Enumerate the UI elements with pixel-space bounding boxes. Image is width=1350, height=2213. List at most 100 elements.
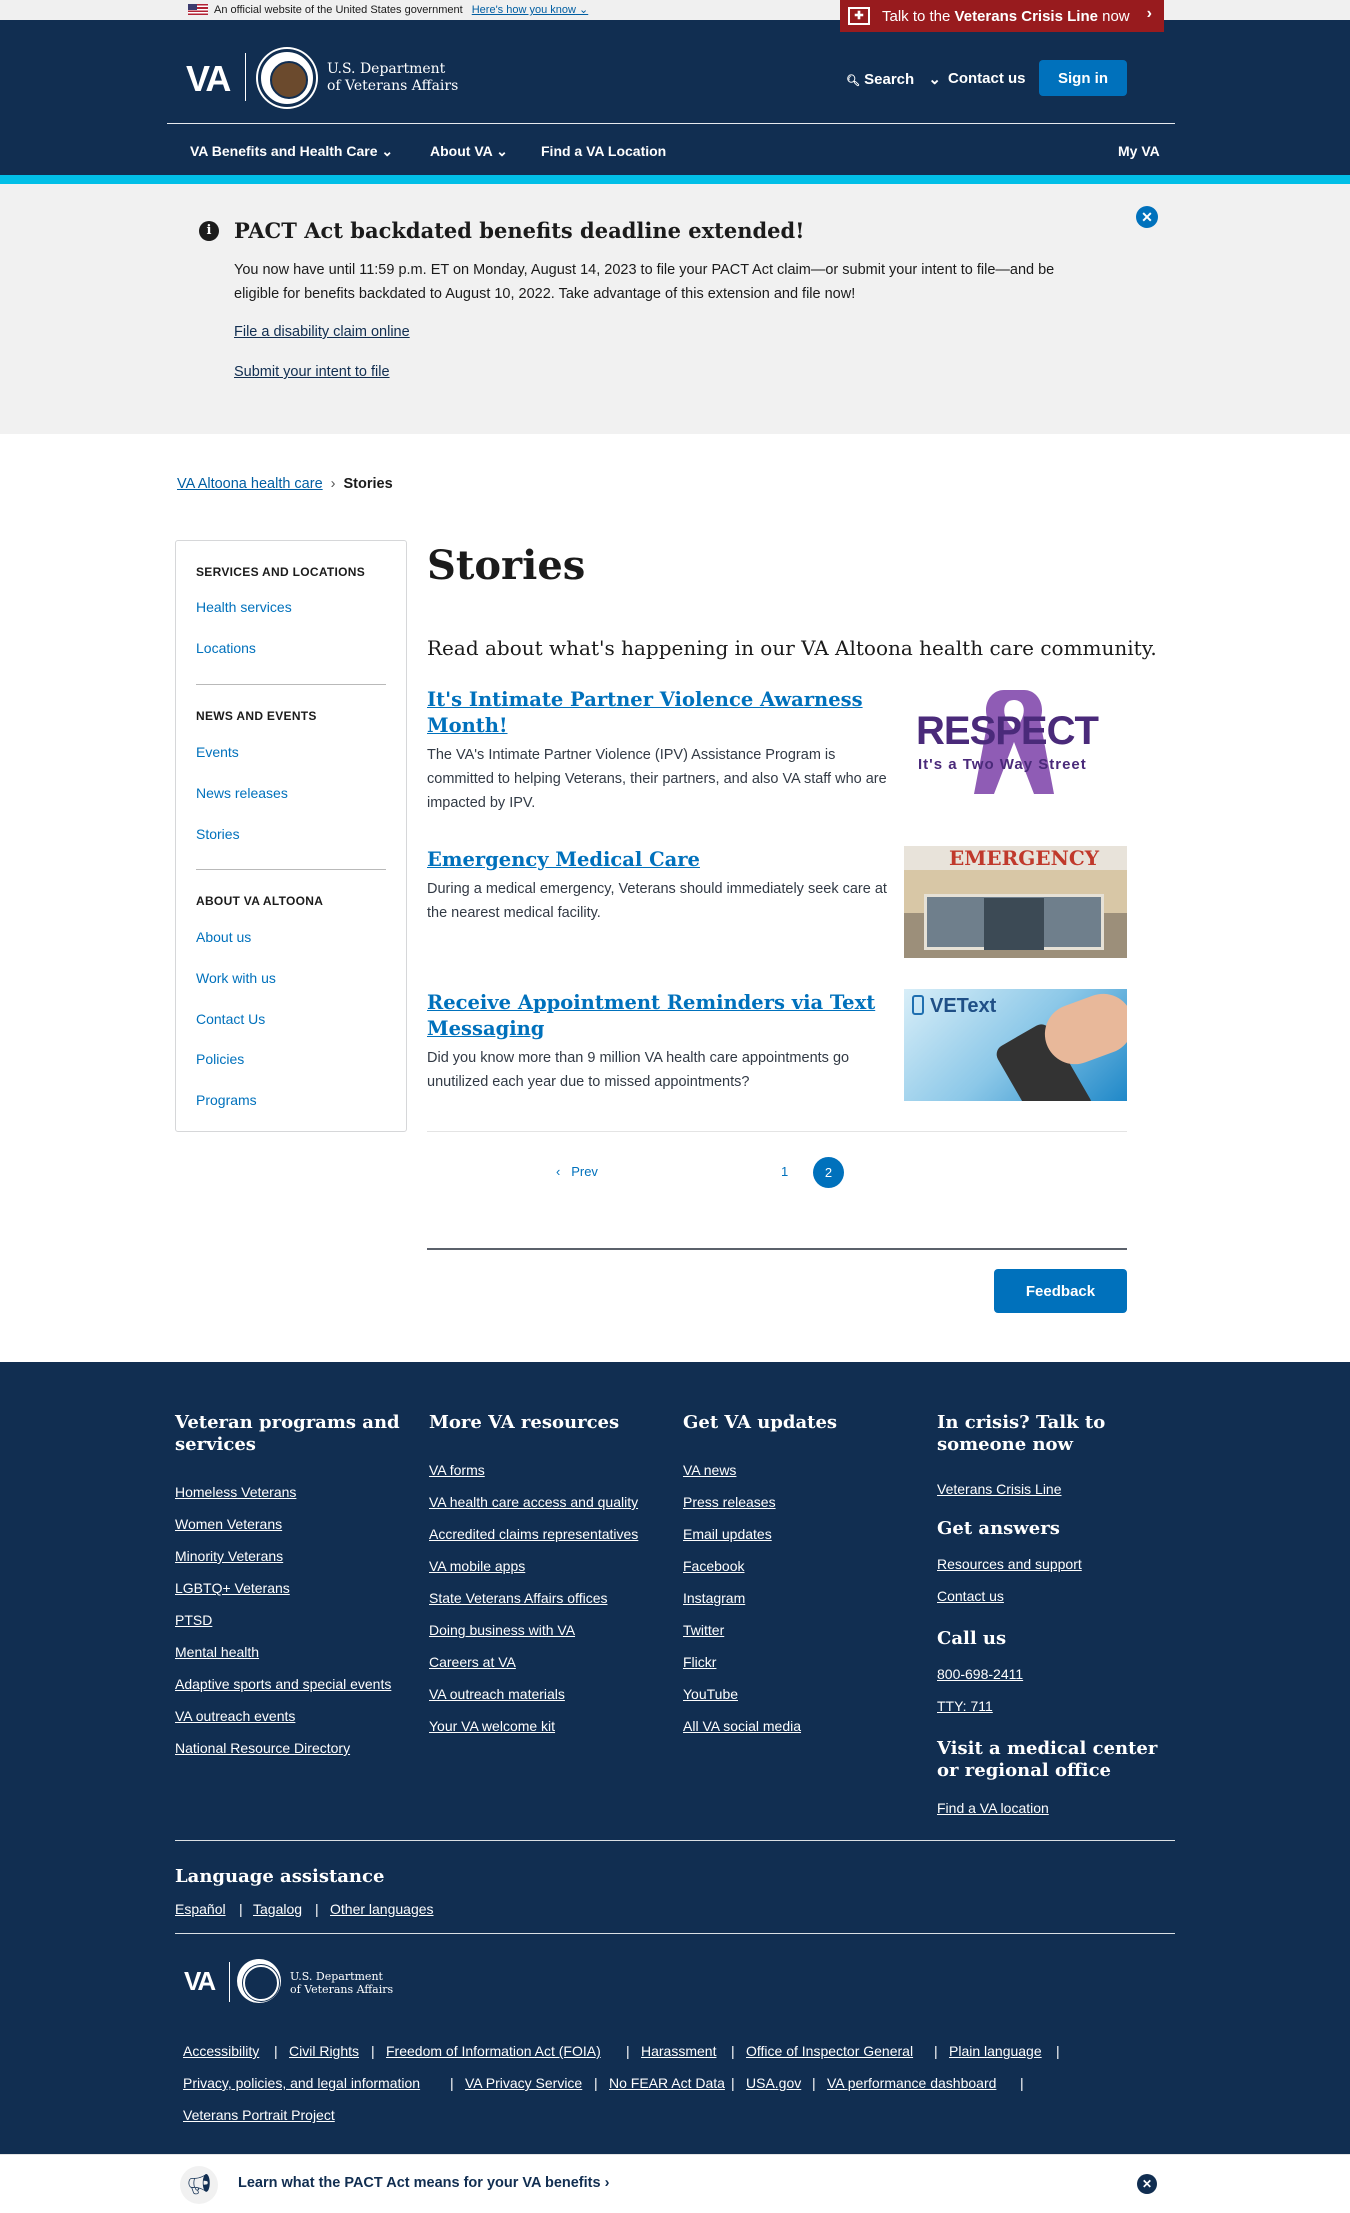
footer-link[interactable]: Flickr — [683, 1654, 716, 1670]
footer-link[interactable]: National Resource Directory — [175, 1740, 350, 1756]
footer-link[interactable]: Email updates — [683, 1526, 772, 1542]
footer-link[interactable]: VA mobile apps — [429, 1558, 525, 1574]
crisis-line-label: Talk to the Veterans Crisis Line now — [882, 7, 1130, 25]
nav-find-va-location[interactable]: Find a VA Location — [541, 143, 666, 159]
footer-link[interactable]: VA outreach materials — [429, 1686, 565, 1702]
footer-bottom-link[interactable]: Freedom of Information Act (FOIA) — [386, 2043, 601, 2059]
footer-bottom-link[interactable]: No FEAR Act Data — [609, 2075, 725, 2091]
submit-intent-to-file-link[interactable]: Submit your intent to file — [234, 364, 390, 380]
footer-link[interactable]: Press releases — [683, 1494, 776, 1510]
footer-link[interactable]: Minority Veterans — [175, 1548, 283, 1564]
breadcrumb-parent-link[interactable]: VA Altoona health care — [177, 476, 323, 492]
footer-bottom-link[interactable]: Veterans Portrait Project — [183, 2107, 335, 2123]
nav-about-va[interactable]: About VA ⌄ — [430, 143, 508, 160]
footer-link[interactable]: Women Veterans — [175, 1516, 282, 1532]
va-logo[interactable]: VA — [186, 58, 231, 100]
footer-bottom-link[interactable]: Plain language — [949, 2043, 1042, 2059]
footer-logo-divider — [229, 1962, 230, 2002]
footer-link[interactable]: VA health care access and quality — [429, 1494, 638, 1510]
footer-link[interactable]: Adaptive sports and special events — [175, 1676, 391, 1692]
sidebar-item-health-services[interactable]: Health services — [196, 599, 292, 615]
footer-phone-link[interactable]: 800-698-2411 — [937, 1666, 1023, 1682]
department-name: U.S. Department of Veterans Affairs — [327, 61, 459, 94]
footer-link[interactable]: YouTube — [683, 1686, 738, 1702]
search-button[interactable]: 🔍︎ Search ⌄ — [846, 70, 941, 88]
respect-thumb-text: RESPECT — [916, 709, 1099, 753]
footer-crisis-line-link[interactable]: Veterans Crisis Line — [937, 1481, 1062, 1497]
footer-link[interactable]: VA outreach events — [175, 1708, 295, 1724]
footer-link[interactable]: All VA social media — [683, 1718, 801, 1734]
content-divider — [427, 1248, 1127, 1250]
footer-link[interactable]: Doing business with VA — [429, 1622, 575, 1638]
footer-link[interactable]: Twitter — [683, 1622, 724, 1638]
footer-bottom-link[interactable]: Office of Inspector General — [746, 2043, 913, 2059]
story-title-link[interactable]: Receive Appointment Reminders via Text M… — [427, 990, 887, 1042]
footer-department-name: U.S. Department of Veterans Affairs — [290, 1970, 394, 1996]
veterans-crisis-line-button[interactable]: ✚ Talk to the Veterans Crisis Line now › — [840, 0, 1164, 32]
story-thumbnail-vetext[interactable]: VEText — [904, 989, 1127, 1101]
footer-link[interactable]: Your VA welcome kit — [429, 1718, 555, 1734]
footer-link[interactable]: LGBTQ+ Veterans — [175, 1580, 290, 1596]
pact-act-promo-link[interactable]: Learn what the PACT Act means for your V… — [238, 2175, 609, 2191]
close-icon[interactable]: ✕ — [1136, 206, 1158, 228]
sidebar-item-locations[interactable]: Locations — [196, 640, 256, 656]
footer-bottom-link[interactable]: Privacy, policies, and legal information — [183, 2075, 420, 2091]
footer-tty-link[interactable]: TTY: 711 — [937, 1698, 993, 1714]
file-disability-claim-link[interactable]: File a disability claim online — [234, 324, 410, 340]
pagination-page-2-current[interactable]: 2 — [813, 1157, 844, 1188]
footer-bottom-link[interactable]: VA performance dashboard — [827, 2075, 996, 2091]
footer-link[interactable]: VA forms — [429, 1462, 485, 1478]
footer-link[interactable]: Mental health — [175, 1644, 259, 1660]
chevron-left-icon: ‹ — [556, 1164, 561, 1179]
footer-link[interactable]: Resources and support — [937, 1556, 1082, 1572]
footer-bottom-link[interactable]: Accessibility — [183, 2043, 259, 2059]
heres-how-you-know-link[interactable]: Here's how you know ⌄ — [472, 4, 589, 16]
footer-bottom-link[interactable]: Harassment — [641, 2043, 716, 2059]
respect-thumb-subtext: It's a Two Way Street — [918, 756, 1087, 773]
language-link-espanol[interactable]: Español — [175, 1901, 226, 1917]
sidebar-item-about-us[interactable]: About us — [196, 929, 251, 945]
footer-heading-visit: Visit a medical center or regional offic… — [937, 1738, 1158, 1781]
footer-va-logo[interactable]: VA — [184, 1966, 216, 1997]
story-title-link[interactable]: It's Intimate Partner Violence Awarness … — [427, 687, 887, 739]
language-link-other[interactable]: Other languages — [330, 1901, 434, 1917]
feedback-button[interactable]: Feedback — [994, 1269, 1127, 1313]
footer-bottom-link[interactable]: USA.gov — [746, 2075, 801, 2091]
footer-link[interactable]: Facebook — [683, 1558, 744, 1574]
footer-link[interactable]: PTSD — [175, 1612, 212, 1628]
vetext-logo-text: VEText — [930, 995, 997, 1017]
sidebar-divider — [196, 684, 386, 685]
sign-in-button[interactable]: Sign in — [1039, 60, 1127, 96]
footer-bottom-link[interactable]: Civil Rights — [289, 2043, 359, 2059]
footer-link[interactable]: VA news — [683, 1462, 736, 1478]
close-icon[interactable]: ✕ — [1137, 2174, 1157, 2194]
language-link-tagalog[interactable]: Tagalog — [253, 1901, 302, 1917]
sidebar-item-news-releases[interactable]: News releases — [196, 785, 288, 801]
story-thumbnail-respect[interactable]: RESPECT It's a Two Way Street — [904, 686, 1127, 798]
alert-body: You now have until 11:59 p.m. ET on Mond… — [234, 262, 1055, 302]
contact-us-link[interactable]: Contact us — [948, 70, 1026, 87]
story-title-link[interactable]: Emergency Medical Care — [427, 847, 887, 873]
sidebar-item-events[interactable]: Events — [196, 744, 239, 760]
sidebar-heading-about: ABOUT VA ALTOONA — [196, 894, 324, 908]
nav-my-va[interactable]: My VA — [1118, 143, 1160, 159]
sidebar-heading-news: NEWS AND EVENTS — [196, 709, 317, 723]
sidebar-item-contact-us[interactable]: Contact Us — [196, 1011, 265, 1027]
footer-link[interactable]: State Veterans Affairs offices — [429, 1590, 607, 1606]
sidebar-item-policies[interactable]: Policies — [196, 1051, 244, 1067]
sidebar-item-work-with-us[interactable]: Work with us — [196, 970, 276, 986]
pagination-page-1[interactable]: 1 — [781, 1164, 788, 1179]
sidebar-item-programs[interactable]: Programs — [196, 1092, 257, 1108]
footer-link[interactable]: Careers at VA — [429, 1654, 516, 1670]
footer-link[interactable]: Accredited claims representatives — [429, 1526, 638, 1542]
footer-find-location-link[interactable]: Find a VA location — [937, 1800, 1049, 1816]
footer-link[interactable]: Instagram — [683, 1590, 745, 1606]
pagination-prev[interactable]: ‹ Prev — [556, 1164, 598, 1179]
alert-title: PACT Act backdated benefits deadline ext… — [234, 218, 805, 243]
footer-link[interactable]: Contact us — [937, 1588, 1004, 1604]
sidebar-item-stories[interactable]: Stories — [196, 826, 240, 842]
story-thumbnail-emergency[interactable]: EMERGENCY — [904, 846, 1127, 958]
nav-benefits-health-care[interactable]: VA Benefits and Health Care ⌄ — [190, 143, 393, 160]
footer-bottom-link[interactable]: VA Privacy Service — [465, 2075, 582, 2091]
footer-link[interactable]: Homeless Veterans — [175, 1484, 296, 1500]
